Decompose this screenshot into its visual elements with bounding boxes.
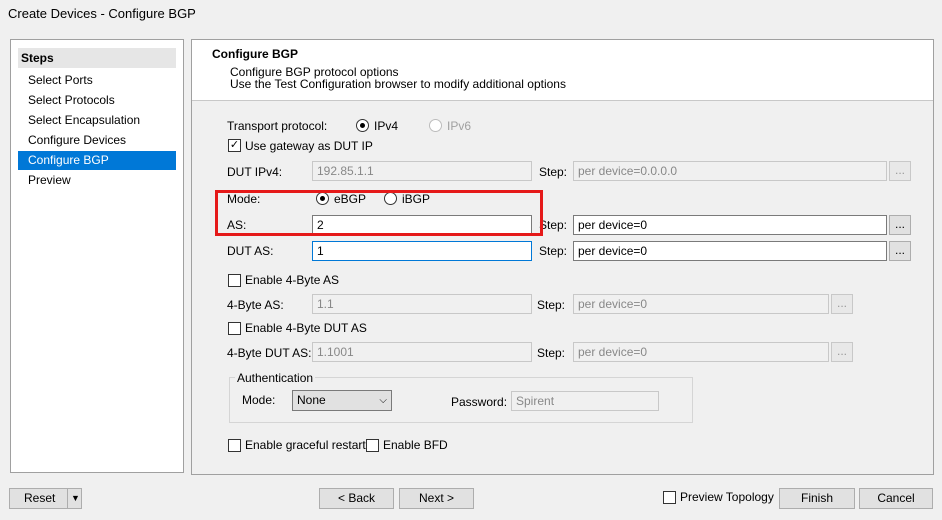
graceful-restart-label: Enable graceful restart	[245, 438, 366, 452]
as-step-browse-button[interactable]: ...	[889, 215, 911, 235]
next-button[interactable]: Next >	[399, 488, 474, 509]
four-byte-as-step-input[interactable]: per device=0	[573, 294, 829, 314]
dut-ipv4-input[interactable]: 192.85.1.1	[312, 161, 532, 181]
dut-as-input[interactable]: 1	[312, 241, 532, 261]
dut-ipv4-label: DUT IPv4:	[227, 165, 283, 179]
password-input[interactable]: Spirent	[511, 391, 659, 411]
finish-button[interactable]: Finish	[779, 488, 855, 509]
ipv4-radio[interactable]	[356, 119, 369, 132]
page-title: Configure BGP	[212, 47, 298, 61]
dut-as-step-browse-button[interactable]: ...	[889, 241, 911, 261]
as-step-label: Step:	[539, 218, 568, 232]
dut-ipv4-step-label: Step:	[539, 165, 568, 179]
auth-mode-select[interactable]: None ⌵	[292, 390, 392, 411]
use-gateway-checkbox[interactable]: ✓	[228, 139, 241, 152]
ipv4-label: IPv4	[374, 119, 399, 133]
four-byte-dut-as-step-browse-button[interactable]: ...	[831, 342, 853, 362]
caret-down-icon[interactable]: ▼	[71, 489, 80, 508]
dut-as-label: DUT AS:	[227, 244, 274, 258]
highlight-box	[215, 190, 543, 236]
as-step-input[interactable]: per device=0	[573, 215, 887, 235]
chevron-down-icon: ⌵	[379, 395, 387, 406]
dut-as-step-input[interactable]: per device=0	[573, 241, 887, 261]
four-byte-as-step-browse-button[interactable]: ...	[831, 294, 853, 314]
dut-ipv4-step-input[interactable]: per device=0.0.0.0	[573, 161, 887, 181]
steps-header: Steps	[18, 48, 176, 68]
auth-mode-value: None	[297, 393, 326, 407]
enable-4byte-dut-as-checkbox[interactable]	[228, 322, 241, 335]
four-byte-dut-as-input[interactable]: 1.1001	[312, 342, 532, 362]
page-description-2: Use the Test Configuration browser to mo…	[230, 77, 566, 91]
four-byte-as-step-label: Step:	[537, 298, 566, 312]
main-panel: Configure BGP Configure BGP protocol opt…	[191, 39, 934, 475]
transport-protocol-label: Transport protocol:	[227, 119, 328, 133]
enable-4byte-as-checkbox[interactable]	[228, 274, 241, 287]
auth-mode-label: Mode:	[242, 393, 276, 407]
steps-panel: Steps Select Ports Select Protocols Sele…	[10, 39, 184, 473]
ipv6-radio[interactable]	[429, 119, 442, 132]
authentication-title: Authentication	[235, 371, 316, 385]
four-byte-dut-as-label: 4-Byte DUT AS:	[227, 346, 312, 360]
step-configure-devices[interactable]: Configure Devices	[18, 131, 176, 150]
main-header: Configure BGP Configure BGP protocol opt…	[192, 40, 933, 101]
reset-button[interactable]: Reset ▼	[9, 488, 82, 509]
back-button[interactable]: < Back	[319, 488, 394, 509]
dut-as-step-label: Step:	[539, 244, 568, 258]
ipv6-label: IPv6	[447, 119, 472, 133]
preview-topology-checkbox[interactable]	[663, 491, 676, 504]
reset-label: Reset	[24, 491, 56, 505]
bfd-label: Enable BFD	[383, 438, 448, 452]
password-label: Password:	[451, 395, 508, 409]
window-title: Create Devices - Configure BGP	[8, 6, 196, 21]
cancel-button[interactable]: Cancel	[859, 488, 933, 509]
step-select-encapsulation[interactable]: Select Encapsulation	[18, 111, 176, 130]
four-byte-as-label: 4-Byte AS:	[227, 298, 284, 312]
four-byte-dut-as-step-input[interactable]: per device=0	[573, 342, 829, 362]
step-select-protocols[interactable]: Select Protocols	[18, 91, 176, 110]
enable-4byte-dut-as-label: Enable 4-Byte DUT AS	[245, 321, 367, 335]
step-configure-bgp[interactable]: Configure BGP	[18, 151, 176, 170]
enable-4byte-as-label: Enable 4-Byte AS	[245, 273, 340, 287]
four-byte-as-input[interactable]: 1.1	[312, 294, 532, 314]
reset-divider	[67, 489, 68, 508]
step-select-ports[interactable]: Select Ports	[18, 71, 176, 90]
use-gateway-label: Use gateway as DUT IP	[245, 139, 373, 153]
dut-ipv4-step-browse-button[interactable]: ...	[889, 161, 911, 181]
bfd-checkbox[interactable]	[366, 439, 379, 452]
graceful-restart-checkbox[interactable]	[228, 439, 241, 452]
preview-topology-label: Preview Topology	[680, 490, 774, 504]
four-byte-dut-as-step-label: Step:	[537, 346, 566, 360]
step-preview[interactable]: Preview	[18, 171, 176, 190]
